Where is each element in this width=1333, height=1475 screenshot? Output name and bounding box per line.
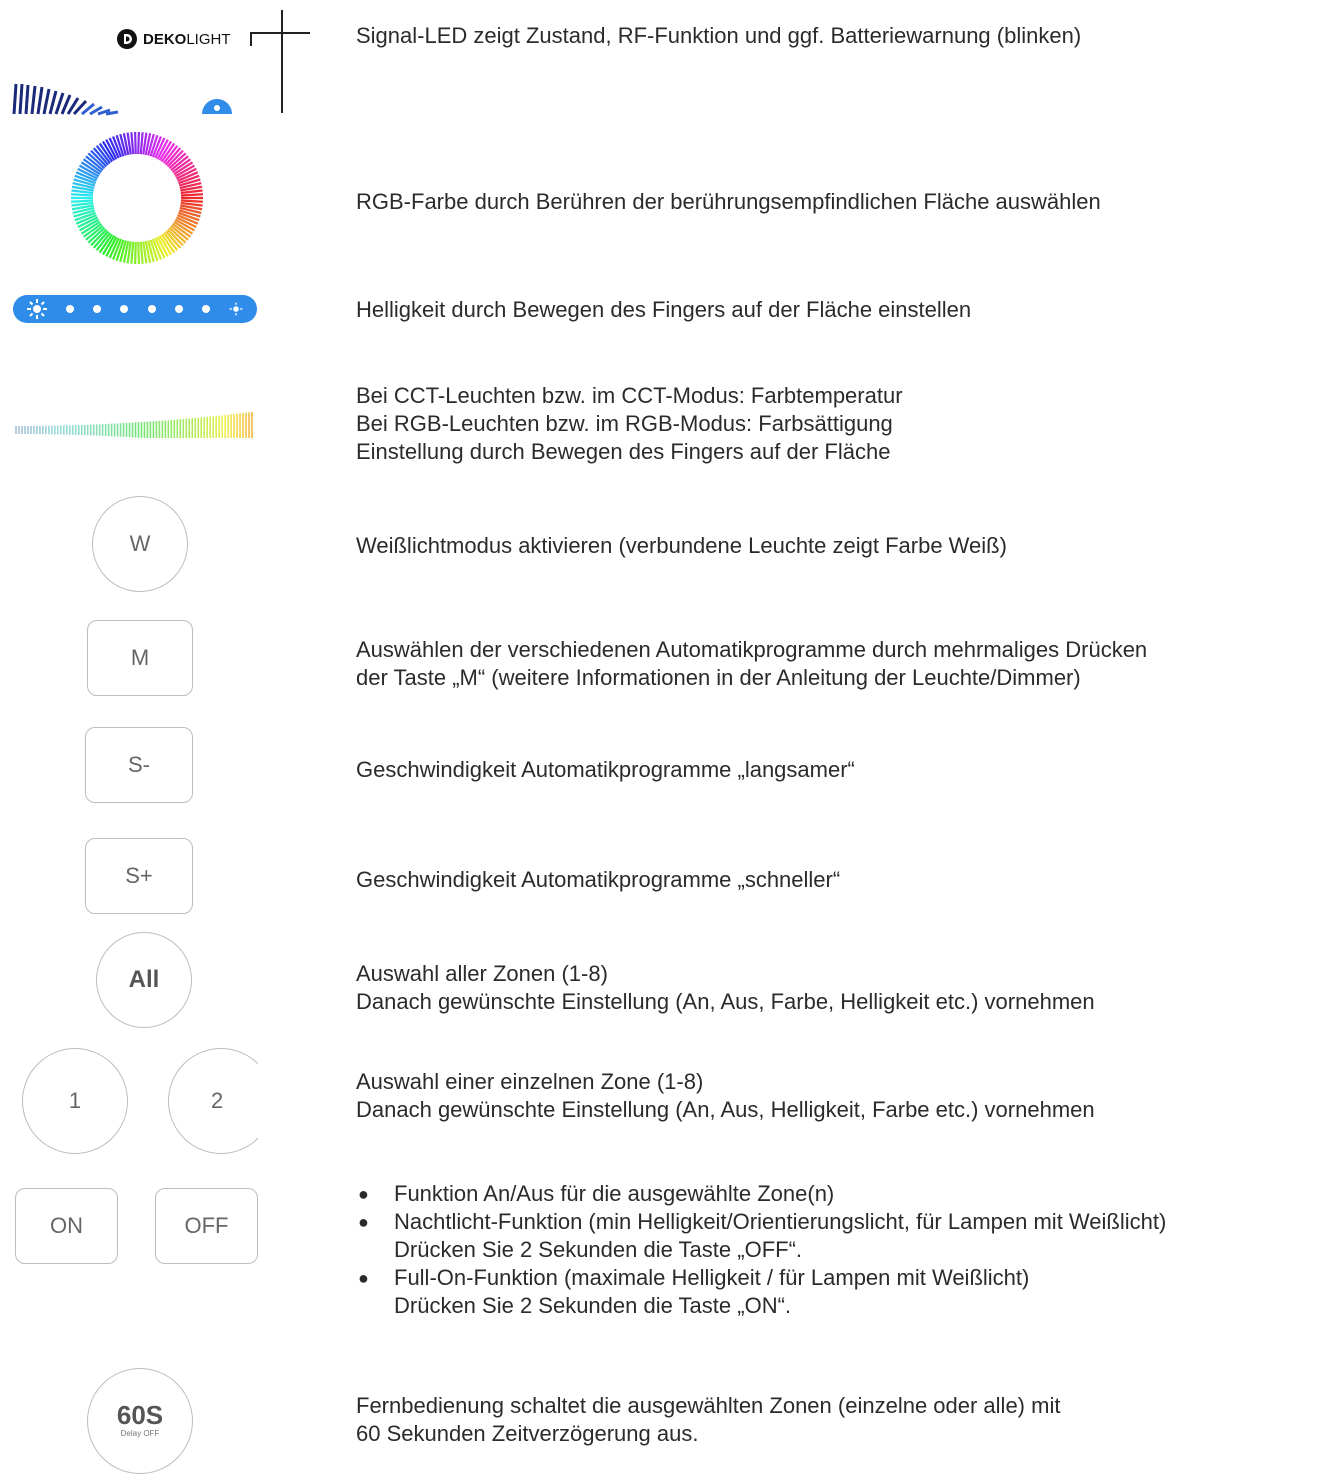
signal-led-description: Signal-LED zeigt Zustand, RF-Funktion un… [356,23,1082,48]
speed-up-label: S+ [125,863,153,888]
logo-text-bold: DEKO [143,30,187,48]
color-wheel-segment [137,241,140,265]
cct-saturation-slider[interactable] [14,400,254,440]
color-wheel-segment [71,193,94,197]
slider-dot [66,305,75,313]
white-mode-description: Weißlichtmodus aktivieren (verbundene Le… [356,533,1007,558]
all-zones-button[interactable]: All [96,932,192,1028]
off-button[interactable]: OFF [155,1188,258,1264]
off-label: OFF [184,1213,229,1238]
slider-dot [120,305,129,313]
bullet-item: Full-On-Funktion (maximale Helligkeit / … [356,1264,1166,1320]
all-zones-label: All [128,966,160,993]
zone-2-button[interactable]: 2 [168,1048,258,1154]
all-zones-description: Auswahl aller Zonen (1-8) Danach gewünsc… [356,961,1095,1014]
rgb-color-wheel[interactable] [69,130,205,266]
mode-label: M [130,645,150,670]
callout-line-vertical [281,10,283,113]
mode-description: Auswählen der verschiedenen Automatikpro… [356,637,1148,690]
white-mode-label: W [129,531,151,556]
rgb-wheel-description: RGB-Farbe durch Berühren der berührungse… [356,189,1101,214]
slider-dot [147,305,156,313]
zone-2-label: 2 [211,1088,224,1113]
speed-up-description: Geschwindigkeit Automatikprogramme „schn… [356,867,841,892]
brightness-description: Helligkeit durch Bewegen des Fingers auf… [356,297,972,322]
color-wheel-segment [180,193,203,197]
white-mode-button[interactable]: W [92,496,188,592]
color-wheel-segment [180,199,203,203]
mode-button[interactable]: M [87,620,193,696]
color-wheel-segment [134,131,137,155]
on-label: ON [50,1213,83,1238]
bullet-item: Nachtlicht-Funktion (min Helligkeit/Orie… [356,1208,1166,1264]
brightness-slider[interactable] [13,295,257,323]
dekolight-logo-icon [117,29,137,49]
color-wheel-segment [134,241,137,265]
bullet-item: Funktion An/Aus für die ausgewählte Zone… [356,1180,1166,1208]
logo-text-light: LIGHT [186,30,231,48]
color-wheel-segment [139,241,144,264]
color-wheel-segment [71,199,94,203]
delay-main-label: 60S [116,1400,164,1430]
on-off-bullet-list: Funktion An/Aus für die ausgewählte Zone… [356,1180,1166,1320]
slider-dot [201,305,210,313]
brand-logo: DEKO LIGHT [116,26,231,52]
slider-dot [93,305,102,313]
callout-line-horizontal [250,32,310,34]
color-wheel-segment [137,131,140,155]
sun-small-icon [229,302,243,316]
sun-icon [27,299,47,319]
signal-led-icon [202,99,232,114]
slider-dot [174,305,183,313]
zone-description: Auswahl einer einzelnen Zone (1-8) Danac… [356,1069,1095,1122]
cct-description: Bei CCT-Leuchten bzw. im CCT-Modus: Farb… [356,383,903,464]
delay-off-button[interactable]: 60S Delay OFF [87,1368,193,1475]
speed-up-button[interactable]: S+ [85,838,193,914]
delay-description: Fernbedienung schaltet die ausgewählten … [356,1393,1061,1446]
speed-down-button[interactable]: S- [85,727,193,803]
speed-down-label: S- [128,752,150,777]
speed-down-description: Geschwindigkeit Automatikprogramme „lang… [356,757,855,782]
color-wheel-segment [130,241,135,264]
zone-1-label: 1 [68,1088,82,1113]
color-wheel-segment [130,132,135,155]
on-off-description: Funktion An/Aus für die ausgewählte Zone… [356,1180,1166,1320]
callout-tick [250,32,252,46]
color-wheel-segment [139,132,144,155]
zone-1-button[interactable]: 1 [22,1048,128,1154]
on-button[interactable]: ON [15,1188,118,1264]
delay-sub-label: Delay OFF [120,1429,160,1438]
partial-color-ring-top [12,83,119,116]
